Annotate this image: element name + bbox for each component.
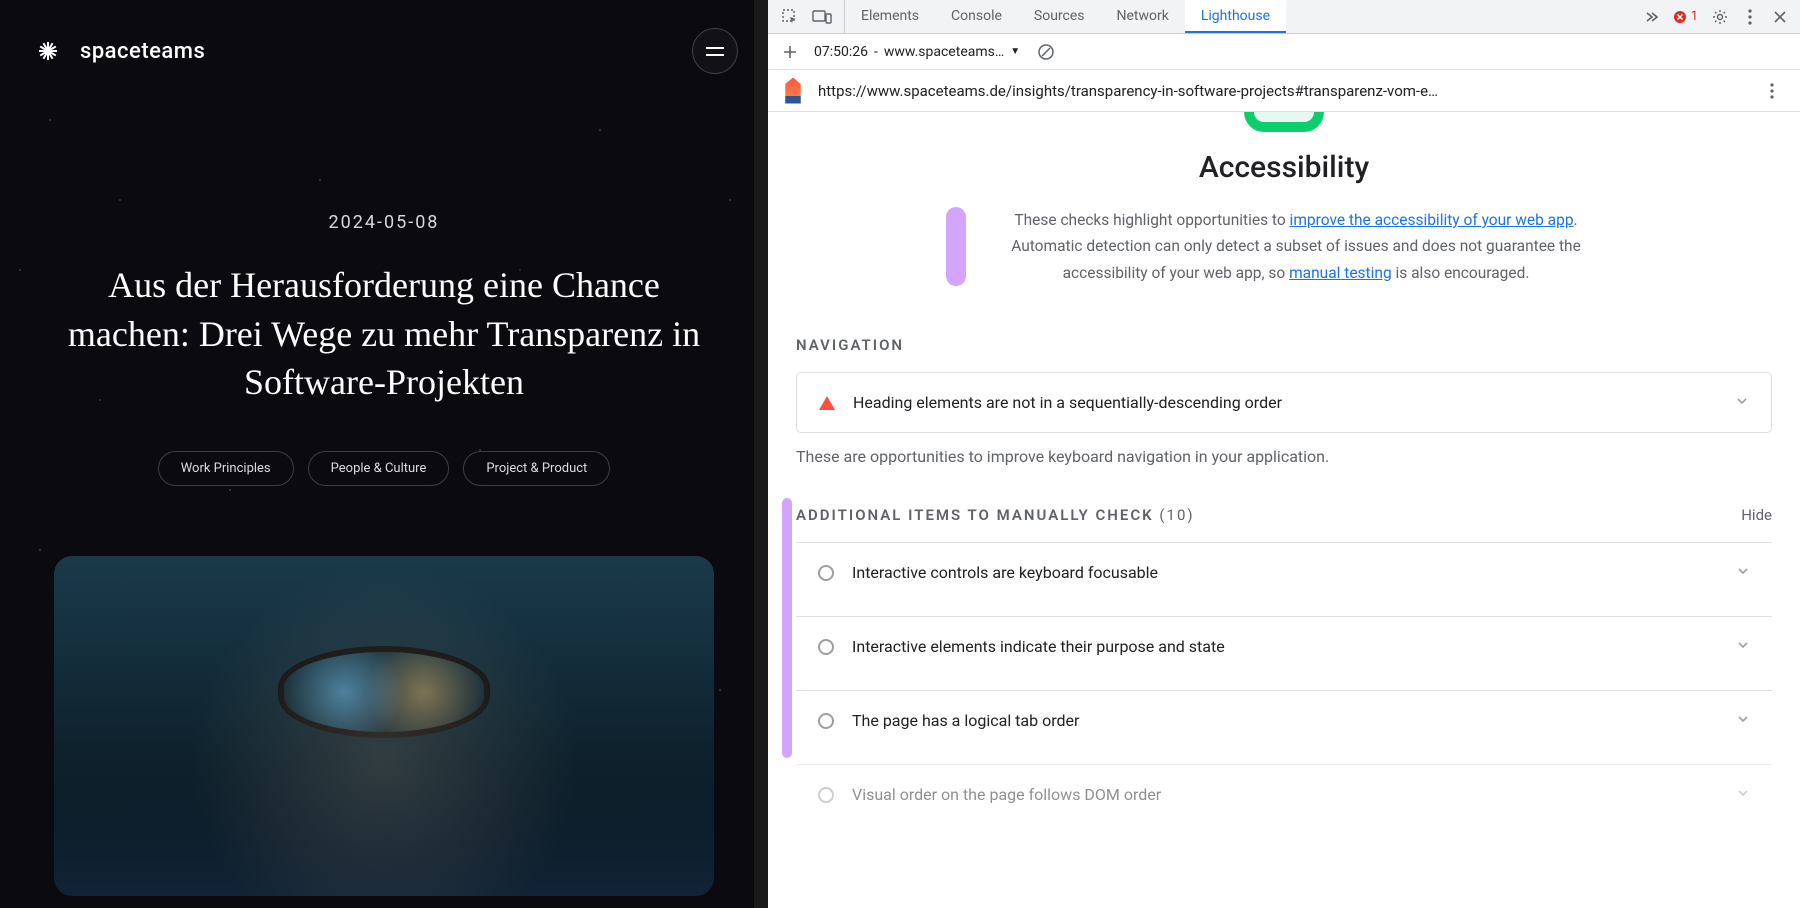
chevron-down-icon bbox=[1736, 564, 1750, 582]
audit-text: The page has a logical tab order bbox=[852, 711, 1718, 730]
report-body[interactable]: Accessibility These checks highlight opp… bbox=[768, 112, 1800, 908]
lighthouse-icon bbox=[782, 78, 804, 104]
site-header: spaceteams bbox=[0, 0, 768, 102]
tag-people-culture[interactable]: People & Culture bbox=[308, 451, 450, 486]
desc-text-1: These checks highlight opportunities to bbox=[1014, 211, 1289, 229]
error-count-text: 1 bbox=[1691, 9, 1698, 24]
report-host: www.spaceteams… bbox=[884, 44, 1004, 60]
report-select[interactable]: 07:50:26 - www.spaceteams… ▼ bbox=[814, 44, 1020, 60]
navigation-note: These are opportunities to improve keybo… bbox=[796, 447, 1772, 466]
manual-group-label: ADDITIONAL ITEMS TO MANUALLY CHECK (10) bbox=[796, 506, 1195, 524]
manual-icon bbox=[818, 639, 834, 655]
chevron-down-icon bbox=[1735, 394, 1749, 412]
lighthouse-toolbar: 07:50:26 - www.spaceteams… ▼ bbox=[768, 34, 1800, 70]
category-description: These checks highlight opportunities to … bbox=[964, 207, 1604, 286]
audit-text: Interactive elements indicate their purp… bbox=[852, 637, 1718, 656]
tab-sources[interactable]: Sources bbox=[1018, 0, 1101, 33]
audit-text: Interactive controls are keyboard focusa… bbox=[852, 563, 1718, 582]
score-gauge bbox=[796, 112, 1772, 132]
audit-visual-order[interactable]: Visual order on the page follows DOM ord… bbox=[796, 764, 1772, 824]
tag-project-product[interactable]: Project & Product bbox=[463, 451, 610, 486]
manual-testing-link[interactable]: manual testing bbox=[1289, 264, 1392, 282]
kebab-icon[interactable] bbox=[1736, 3, 1764, 31]
settings-icon[interactable] bbox=[1706, 3, 1734, 31]
clear-icon[interactable] bbox=[1032, 38, 1060, 66]
chevron-down-icon: ▼ bbox=[1010, 46, 1020, 57]
logo-icon bbox=[30, 33, 66, 69]
close-devtools-icon[interactable] bbox=[1766, 3, 1794, 31]
devtools-panel: Elements Console Sources Network Lightho… bbox=[768, 0, 1800, 908]
hero-image bbox=[54, 556, 714, 896]
brand-name: spaceteams bbox=[80, 39, 205, 64]
chevron-down-icon bbox=[1736, 712, 1750, 730]
error-count[interactable]: 1 bbox=[1667, 9, 1704, 24]
article-date: 2024-05-08 bbox=[48, 212, 720, 233]
report-url: https://www.spaceteams.de/insights/trans… bbox=[818, 82, 1744, 100]
page-scrollbar[interactable] bbox=[754, 0, 768, 908]
audit-heading-order[interactable]: Heading elements are not in a sequential… bbox=[796, 372, 1772, 433]
manual-count: (10) bbox=[1159, 506, 1194, 524]
tab-network[interactable]: Network bbox=[1101, 0, 1185, 33]
audit-keyboard-focusable[interactable]: Interactive controls are keyboard focusa… bbox=[796, 542, 1772, 602]
tag-list: Work Principles People & Culture Project… bbox=[48, 451, 720, 486]
chevron-down-icon bbox=[1736, 638, 1750, 656]
menu-button[interactable] bbox=[692, 28, 738, 74]
manual-icon bbox=[818, 713, 834, 729]
more-tabs-icon[interactable] bbox=[1637, 3, 1665, 31]
article-headline: Aus der Herausforderung eine Chance mach… bbox=[48, 261, 720, 407]
report-menu-icon[interactable] bbox=[1758, 77, 1786, 105]
manual-icon bbox=[818, 787, 834, 803]
audit-purpose-state[interactable]: Interactive elements indicate their purp… bbox=[796, 616, 1772, 676]
manual-icon bbox=[818, 565, 834, 581]
hide-button[interactable]: Hide bbox=[1741, 506, 1772, 524]
tag-work-principles[interactable]: Work Principles bbox=[158, 451, 294, 486]
inspect-icon[interactable] bbox=[776, 3, 804, 31]
new-report-button[interactable] bbox=[778, 40, 802, 64]
audit-tab-order[interactable]: The page has a logical tab order bbox=[796, 690, 1772, 750]
category-title: Accessibility bbox=[796, 150, 1772, 185]
report-timestamp: 07:50:26 bbox=[814, 44, 868, 60]
tab-elements[interactable]: Elements bbox=[845, 0, 935, 33]
report-url-bar: https://www.spaceteams.de/insights/trans… bbox=[768, 70, 1800, 112]
navigation-group-label: NAVIGATION bbox=[796, 336, 1772, 354]
fail-icon bbox=[819, 396, 835, 410]
website-panel: spaceteams 2024-05-08 Aus der Herausford… bbox=[0, 0, 768, 908]
tab-console[interactable]: Console bbox=[935, 0, 1018, 33]
chevron-down-icon bbox=[1736, 786, 1750, 804]
devtools-tabbar: Elements Console Sources Network Lightho… bbox=[768, 0, 1800, 34]
tab-lighthouse[interactable]: Lighthouse bbox=[1185, 0, 1286, 33]
audit-text: Heading elements are not in a sequential… bbox=[853, 393, 1717, 412]
hero: 2024-05-08 Aus der Herausforderung eine … bbox=[0, 102, 768, 896]
audit-text: Visual order on the page follows DOM ord… bbox=[852, 785, 1718, 804]
brand-link[interactable]: spaceteams bbox=[30, 33, 205, 69]
desc-text-3: is also encouraged. bbox=[1392, 264, 1530, 282]
device-toggle-icon[interactable] bbox=[808, 3, 836, 31]
improve-accessibility-link[interactable]: improve the accessibility of your web ap… bbox=[1290, 211, 1574, 229]
